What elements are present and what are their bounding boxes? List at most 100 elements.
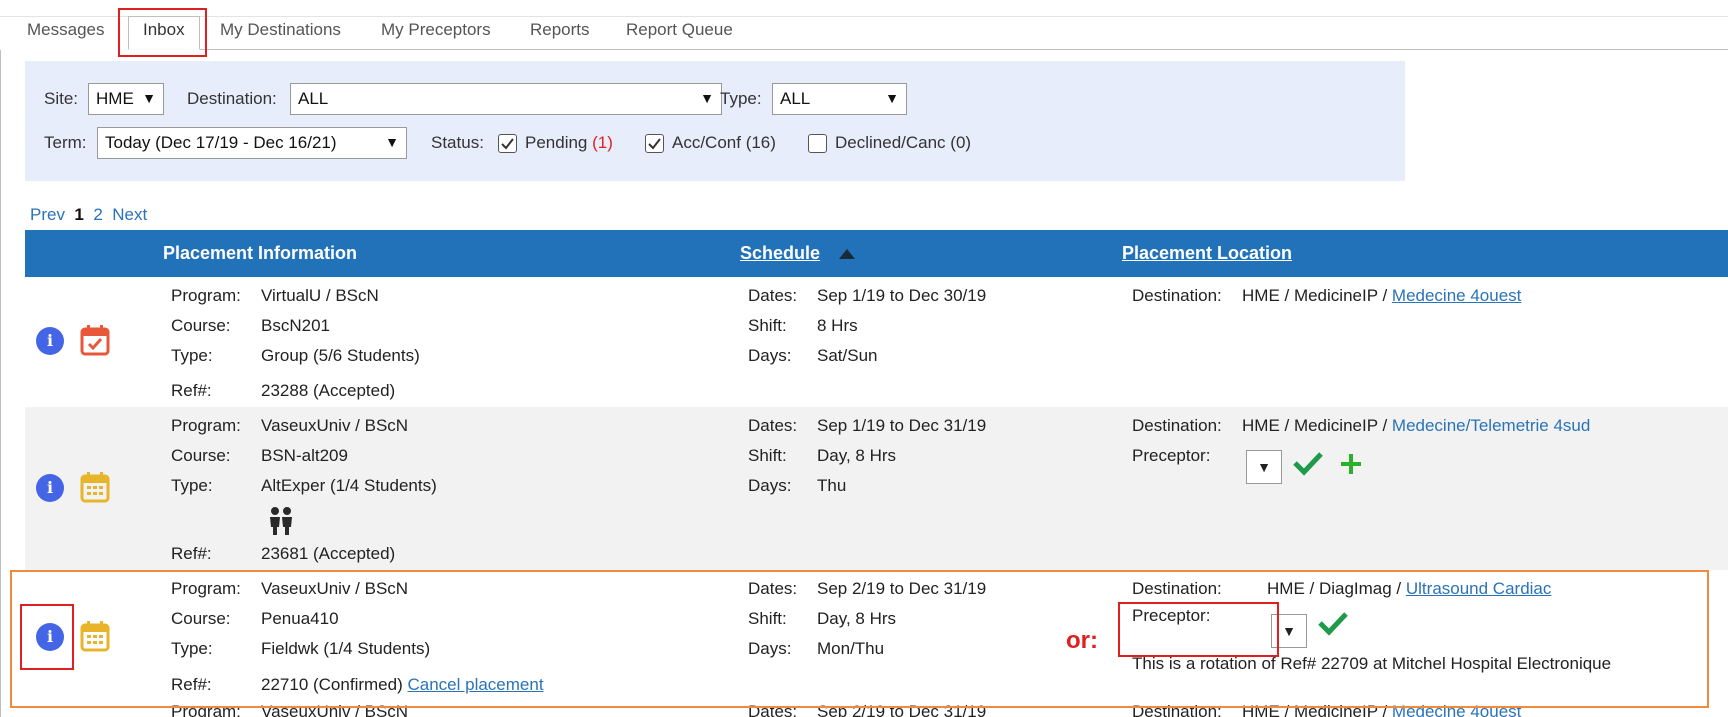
- calendar-check-icon[interactable]: [80, 324, 110, 356]
- check-icon: [648, 138, 661, 150]
- ref-value: 23681 (Accepted): [261, 544, 396, 563]
- type-label: Type:: [171, 639, 213, 658]
- preceptor-select[interactable]: ▼: [1271, 614, 1307, 648]
- program-value: VaseuxUniv / BScN: [261, 416, 409, 435]
- col-schedule-sort[interactable]: Schedule: [740, 243, 820, 264]
- program-label: Program:: [171, 705, 241, 717]
- destination-link[interactable]: Medecine 4ouest: [1392, 286, 1521, 305]
- declined-label: Declined/Canc (0): [835, 133, 972, 152]
- checkmark-icon[interactable]: [1317, 610, 1349, 636]
- type-label: Type:: [720, 89, 762, 108]
- shift-value: Day, 8 Hrs: [817, 609, 897, 628]
- destination-label: Destination:: [1132, 416, 1222, 435]
- type-label: Type:: [171, 476, 213, 495]
- pager-page-2[interactable]: 2: [93, 205, 102, 224]
- table-header: Placement Information Schedule Placement…: [25, 230, 1728, 277]
- days-label: Days:: [748, 639, 792, 658]
- dates-value: Sep 2/19 to Dec 31/19: [817, 579, 987, 598]
- program-value: VirtualU / BScN: [261, 286, 379, 305]
- destination-value: HME / MedicineIP / Medecine 4ouest: [1242, 705, 1521, 717]
- type-value: AltExper (1/4 Students): [261, 476, 437, 495]
- pager-current: 1: [74, 205, 84, 224]
- table-row: i Program: VaseuxUniv / BScN Course: BSN…: [25, 407, 1728, 570]
- tab-inbox[interactable]: Inbox: [128, 16, 200, 50]
- table-row: i Program: VaseuxUniv / BScN Course: Pen…: [25, 570, 1728, 705]
- plus-icon[interactable]: [1339, 452, 1363, 476]
- dates-label: Dates:: [748, 579, 798, 598]
- destination-select[interactable]: ALL ▼: [290, 83, 722, 115]
- program-label: Program:: [171, 579, 241, 598]
- type-select-value: ALL: [780, 89, 811, 108]
- shift-value: Day, 8 Hrs: [817, 446, 897, 465]
- term-select[interactable]: Today (Dec 17/19 - Dec 16/21) ▼: [97, 127, 407, 159]
- chevron-down-icon: ▼: [1257, 459, 1271, 475]
- type-select[interactable]: ALL ▼: [772, 83, 907, 115]
- course-value: BSN-alt209: [261, 446, 348, 465]
- shift-label: Shift:: [748, 316, 787, 335]
- cancel-placement-link[interactable]: Cancel placement: [407, 675, 543, 694]
- tab-my-preceptors[interactable]: My Preceptors: [381, 20, 491, 40]
- destination-path: HME / MedicineIP /: [1242, 286, 1392, 305]
- course-value: BscN201: [261, 316, 330, 335]
- days-value: Sat/Sun: [817, 346, 878, 365]
- accconf-checkbox[interactable]: [645, 134, 664, 153]
- accconf-label: Acc/Conf (16): [672, 133, 776, 152]
- dates-label: Dates:: [748, 705, 798, 717]
- course-value: Penua410: [261, 609, 339, 628]
- calendar-icon[interactable]: [80, 620, 110, 652]
- destination-path: HME / MedicineIP /: [1242, 416, 1392, 435]
- destination-link[interactable]: Medecine/Telemetrie 4sud: [1392, 416, 1590, 435]
- program-value: VaseuxUniv / BScN: [261, 579, 409, 598]
- declined-checkbox[interactable]: [808, 134, 827, 153]
- destination-value: HME / DiagImag / Ultrasound Cardiac: [1267, 579, 1551, 599]
- shift-value: 8 Hrs: [817, 316, 858, 335]
- tab-my-destinations[interactable]: My Destinations: [220, 20, 341, 40]
- site-select[interactable]: HME ▼: [88, 83, 164, 115]
- calendar-icon[interactable]: [80, 471, 110, 503]
- preceptor-select[interactable]: ▼: [1246, 450, 1282, 484]
- type-value: Fieldwk (1/4 Students): [261, 639, 431, 658]
- chevron-down-icon: ▼: [700, 90, 714, 106]
- checkmark-icon[interactable]: [1292, 450, 1324, 476]
- tab-reports[interactable]: Reports: [530, 20, 590, 40]
- tab-baseline: [128, 49, 1728, 50]
- pending-text: Pending (1): [525, 133, 613, 153]
- or-annotation: or:: [1066, 627, 1098, 654]
- students-icon: [270, 507, 292, 535]
- pending-checkbox[interactable]: [498, 134, 517, 153]
- shift-label: Shift:: [748, 446, 787, 465]
- info-icon[interactable]: i: [36, 327, 64, 355]
- ref-label: Ref#:: [171, 544, 212, 563]
- table-row: Program: VaseuxUniv / BScN Dates: Sep 2/…: [25, 705, 1728, 717]
- preceptor-label: Preceptor:: [1132, 606, 1211, 625]
- destination-label: Destination:: [1132, 579, 1222, 598]
- destination-label: Destination:: [187, 89, 277, 108]
- type-label: Type:: [171, 346, 213, 365]
- ref-value: 22710 (Confirmed) Cancel placement: [261, 675, 544, 695]
- info-icon[interactable]: i: [36, 474, 64, 502]
- course-label: Course:: [171, 316, 231, 335]
- tab-messages[interactable]: Messages: [27, 20, 104, 40]
- destination-value: HME / MedicineIP / Medecine/Telemetrie 4…: [1242, 416, 1590, 436]
- pager-next[interactable]: Next: [112, 205, 147, 224]
- destination-link[interactable]: Medecine 4ouest: [1392, 705, 1521, 717]
- col-placement-location[interactable]: Placement Location: [1122, 243, 1292, 264]
- pending-count: (1): [592, 133, 613, 152]
- days-label: Days:: [748, 346, 792, 365]
- destination-link[interactable]: Ultrasound Cardiac: [1406, 579, 1552, 598]
- days-value: Mon/Thu: [817, 639, 885, 658]
- days-value: Thu: [817, 476, 847, 495]
- pager-prev[interactable]: Prev: [30, 205, 65, 224]
- dates-label: Dates:: [748, 416, 798, 435]
- program-label: Program:: [171, 286, 241, 305]
- sort-up-icon[interactable]: [838, 248, 856, 260]
- program-value: VaseuxUniv / BScN: [261, 705, 409, 717]
- left-border: [0, 50, 1, 717]
- status-label: Status:: [431, 133, 484, 152]
- tab-report-queue[interactable]: Report Queue: [626, 20, 733, 40]
- site-select-value: HME: [96, 89, 134, 108]
- days-label: Days:: [748, 476, 792, 495]
- program-label: Program:: [171, 416, 241, 435]
- dates-label: Dates:: [748, 286, 798, 305]
- info-icon[interactable]: i: [36, 623, 64, 651]
